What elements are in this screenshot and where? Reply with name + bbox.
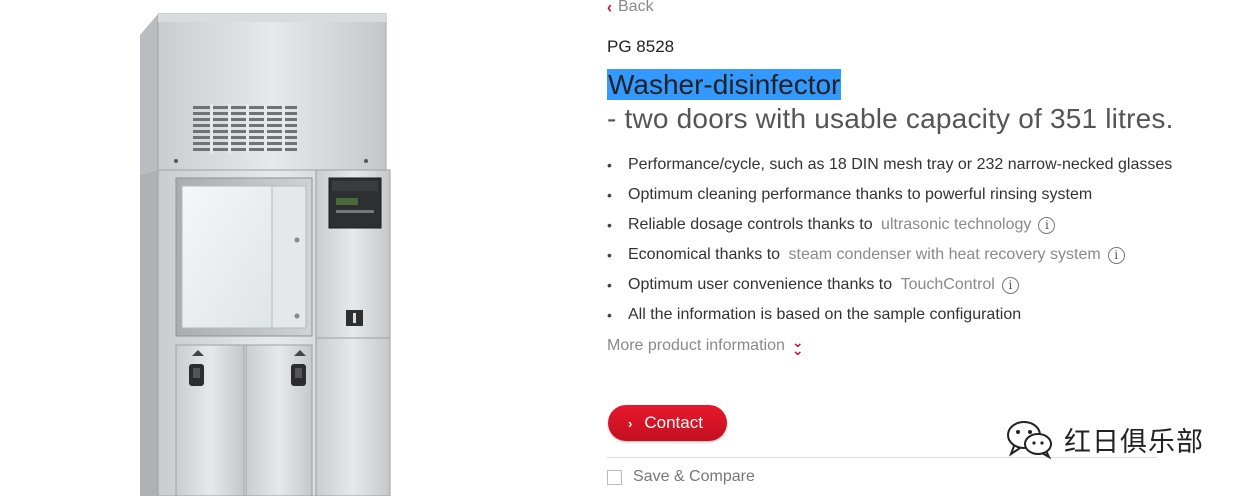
feature-text: Economical thanks to xyxy=(628,246,785,263)
feature-link-ultrasonic[interactable]: ultrasonic technology xyxy=(881,212,1031,238)
chevron-left-icon: ‹ xyxy=(607,0,612,17)
feature-text: Performance/cycle, such as 18 DIN mesh t… xyxy=(628,156,1173,173)
watermark: 红日俱乐部 xyxy=(1004,418,1204,460)
feature-item: • Performance/cycle, such as 18 DIN mesh… xyxy=(607,150,1257,180)
bullet-icon: • xyxy=(607,187,612,203)
more-info-label: More product information xyxy=(607,337,785,354)
info-icon[interactable]: i xyxy=(1001,276,1019,294)
info-icon[interactable]: i xyxy=(1107,246,1125,264)
bullet-icon: • xyxy=(607,307,612,323)
chevron-right-icon: › xyxy=(628,415,633,431)
bullet-icon: • xyxy=(607,157,612,173)
double-chevron-down-icon: ⌄ ⌄ xyxy=(791,334,804,358)
feature-item: • Reliable dosage controls thanks to ult… xyxy=(607,210,1257,240)
feature-item: • All the information is based on the sa… xyxy=(607,300,1257,330)
save-compare-label: Save & Compare xyxy=(633,468,755,485)
feature-text: All the information is based on the samp… xyxy=(628,306,1022,323)
feature-text: Optimum cleaning performance thanks to p… xyxy=(628,186,1093,203)
feature-text: Reliable dosage controls thanks to xyxy=(628,216,878,233)
feature-item: • Optimum user convenience thanks to Tou… xyxy=(607,270,1257,300)
feature-link-steam-condenser[interactable]: steam condenser with heat recovery syste… xyxy=(789,242,1101,268)
info-icon[interactable]: i xyxy=(1038,216,1056,234)
save-compare-checkbox[interactable] xyxy=(607,469,622,485)
contact-label: Contact xyxy=(644,413,703,432)
back-label: Back xyxy=(618,0,654,15)
product-image xyxy=(100,0,420,496)
save-compare-toggle[interactable]: Save & Compare xyxy=(607,468,755,486)
feature-text: Optimum user convenience thanks to xyxy=(628,276,897,293)
product-title: Washer-disinfector xyxy=(607,68,842,102)
feature-link-touchcontrol[interactable]: TouchControl xyxy=(901,272,995,298)
more-product-info-link[interactable]: More product information ⌄ ⌄ xyxy=(607,334,804,358)
product-model: PG 8528 xyxy=(607,37,675,56)
contact-button[interactable]: › Contact xyxy=(608,405,727,441)
bullet-icon: • xyxy=(607,247,612,263)
feature-item: • Economical thanks to steam condenser w… xyxy=(607,240,1257,270)
selected-title-text[interactable]: Washer-disinfector xyxy=(607,69,842,100)
watermark-text: 红日俱乐部 xyxy=(1064,426,1204,458)
wechat-logo-icon xyxy=(1007,421,1052,460)
feature-item: • Optimum cleaning performance thanks to… xyxy=(607,180,1257,210)
back-link[interactable]: ‹ Back xyxy=(607,0,654,16)
product-subtitle: - two doors with usable capacity of 351 … xyxy=(607,103,1174,134)
bullet-icon: • xyxy=(607,277,612,293)
feature-list: • Performance/cycle, such as 18 DIN mesh… xyxy=(607,150,1257,330)
bullet-icon: • xyxy=(607,217,612,233)
